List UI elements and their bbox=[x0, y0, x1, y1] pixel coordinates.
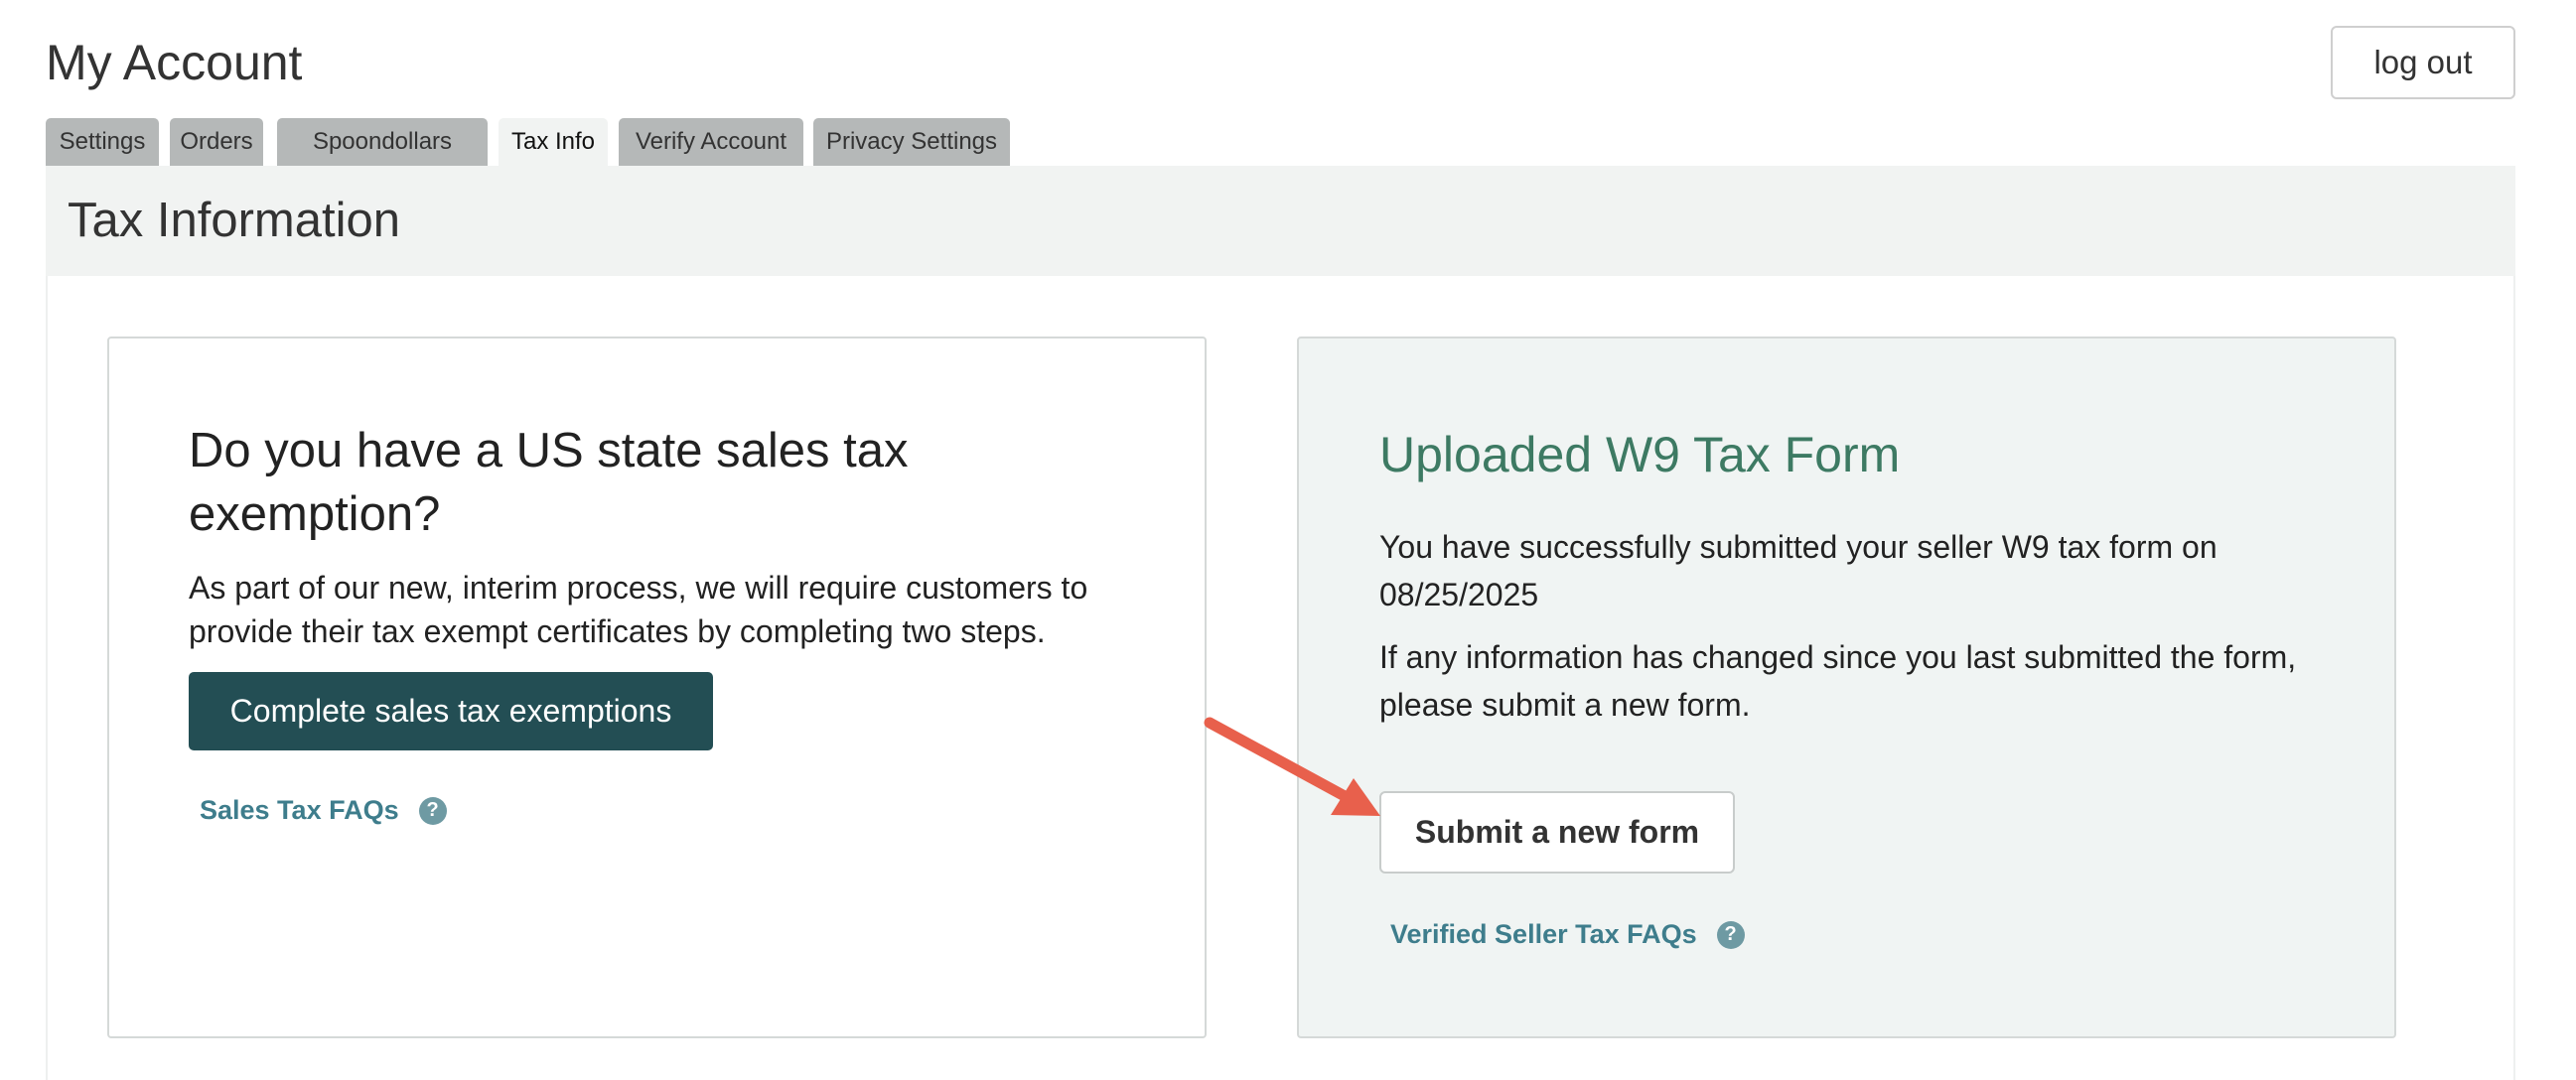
tab-verify-account[interactable]: Verify Account bbox=[619, 118, 803, 166]
tab-tax-info[interactable]: Tax Info bbox=[499, 118, 608, 166]
section-header-band bbox=[46, 166, 2515, 276]
tab-spoondollars[interactable]: Spoondollars bbox=[277, 118, 488, 166]
complete-exemptions-button[interactable]: Complete sales tax exemptions bbox=[189, 672, 713, 750]
tab-settings[interactable]: Settings bbox=[46, 118, 159, 166]
section-title: Tax Information bbox=[68, 194, 400, 247]
logout-button[interactable]: log out bbox=[2331, 26, 2515, 99]
question-mark-circle-icon[interactable]: ? bbox=[418, 796, 447, 825]
w9-heading: Uploaded W9 Tax Form bbox=[1379, 427, 1901, 482]
tab-privacy-settings[interactable]: Privacy Settings bbox=[813, 118, 1010, 166]
verified-seller-tax-faqs-link[interactable]: Verified Seller Tax FAQs ? bbox=[1390, 919, 1745, 950]
sales-tax-faqs-link[interactable]: Sales Tax FAQs ? bbox=[200, 795, 447, 826]
w9-changed-text: If any information has changed since you… bbox=[1379, 639, 2297, 723]
tab-orders[interactable]: Orders bbox=[170, 118, 263, 166]
annotation-arrow-icon bbox=[1204, 717, 1380, 816]
question-mark-circle-icon[interactable]: ? bbox=[1716, 920, 1745, 949]
verified-seller-tax-faqs-label: Verified Seller Tax FAQs bbox=[1390, 919, 1697, 949]
exemption-description: As part of our new, interim process, we … bbox=[189, 570, 1088, 649]
w9-submitted-text: You have successfully submitted your sel… bbox=[1379, 529, 2218, 612]
submit-new-form-button[interactable]: Submit a new form bbox=[1379, 791, 1735, 874]
exemption-heading: Do you have a US state sales tax exempti… bbox=[189, 424, 909, 541]
page-title: My Account bbox=[46, 35, 303, 90]
sales-tax-faqs-label: Sales Tax FAQs bbox=[200, 795, 399, 825]
